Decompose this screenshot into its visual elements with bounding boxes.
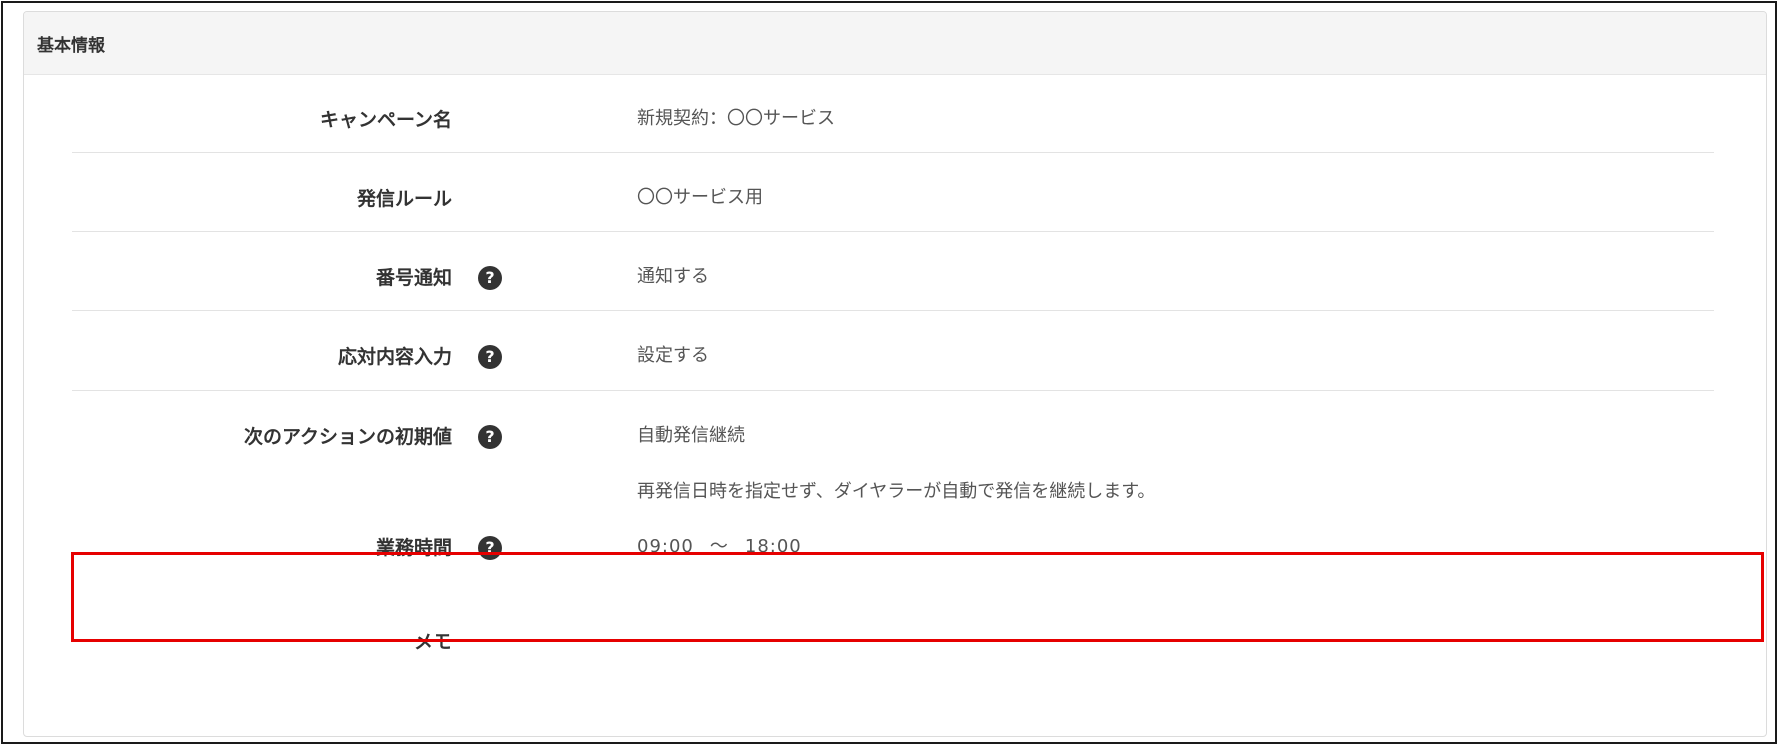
business-hours-end: 18:00	[744, 536, 802, 557]
question-circle-icon[interactable]: ?	[478, 266, 502, 290]
response-input-label: 応対内容入力	[337, 346, 452, 368]
campaign-name-value: 新規契約：〇〇サービス	[637, 108, 835, 129]
next-action-default-label: 次のアクションの初期値	[243, 426, 452, 448]
memo-label: メモ	[413, 631, 452, 653]
question-circle-icon[interactable]: ?	[478, 425, 502, 449]
business-hours-label: 業務時間	[375, 537, 452, 559]
row-call-rule: 発信ルール 〇〇サービス用	[72, 153, 1714, 232]
next-action-description: 再発信日時を指定せず、ダイヤラーが自動で発信を継続します。	[637, 481, 1156, 502]
business-hours-value: 09:00 〜 18:00	[637, 536, 802, 558]
row-response-input: 応対内容入力 ? 設定する	[72, 311, 1714, 391]
screenshot-frame: 基本情報 キャンペーン名 新規契約：〇〇サービス 発信ルール 〇〇サービス用 番…	[1, 1, 1777, 744]
row-campaign-name: キャンペーン名 新規契約：〇〇サービス	[72, 74, 1714, 153]
next-action-default-value: 自動発信継続	[637, 425, 745, 446]
row-number-notification: 番号通知 ? 通知する	[72, 232, 1714, 311]
panel-title: 基本情報	[24, 12, 1766, 75]
number-notification-label: 番号通知	[375, 267, 452, 289]
call-rule-label: 発信ルール	[356, 188, 452, 210]
campaign-name-label: キャンペーン名	[319, 109, 452, 131]
number-notification-value: 通知する	[637, 266, 709, 287]
row-next-action-default: 次のアクションの初期値 ? 自動発信継続 再発信日時を指定せず、ダイヤラーが自動…	[72, 391, 1714, 504]
call-rule-value: 〇〇サービス用	[637, 187, 763, 208]
business-hours-start: 09:00	[637, 536, 694, 557]
question-circle-icon[interactable]: ?	[478, 536, 502, 560]
basic-info-panel: 基本情報 キャンペーン名 新規契約：〇〇サービス 発信ルール 〇〇サービス用 番…	[23, 11, 1767, 737]
row-memo: メモ	[72, 594, 1714, 684]
response-input-value: 設定する	[637, 345, 709, 366]
row-business-hours: 業務時間 ? 09:00 〜 18:00	[72, 504, 1714, 594]
business-hours-separator: 〜	[709, 536, 729, 557]
question-circle-icon[interactable]: ?	[478, 345, 502, 369]
